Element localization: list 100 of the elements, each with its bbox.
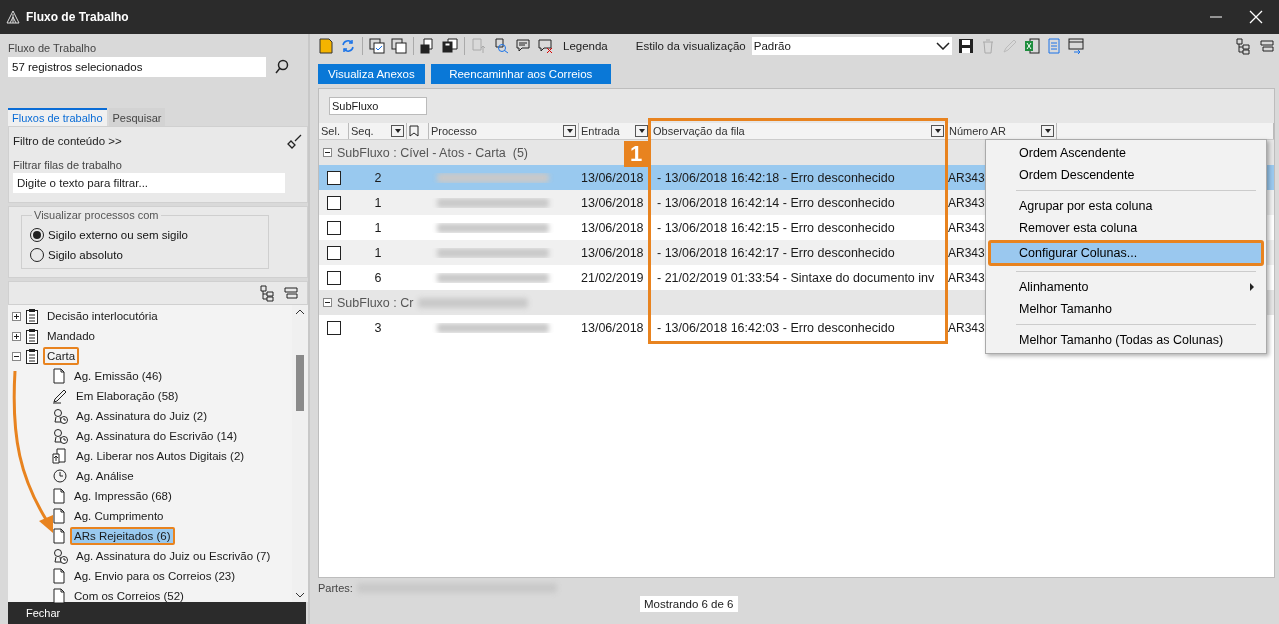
field-label: Filtrar filas de trabalho [13,159,123,171]
save-icon[interactable] [957,38,974,54]
close-icon[interactable] [1249,10,1263,24]
document-icon [52,508,66,524]
checklist-icon[interactable] [369,38,385,54]
table-cell: 6 [374,270,382,285]
checkbox[interactable] [327,270,341,285]
collapse-toggle[interactable] [323,298,332,307]
content-filter-link[interactable]: Filtro de conteúdo >> [13,135,122,147]
window-export-icon[interactable] [1067,38,1084,54]
table-cell: AR343 [948,220,985,235]
checkbox[interactable] [327,320,341,335]
comment-delete-icon[interactable] [537,38,553,54]
table-cell: 21/02/2019 [581,270,644,285]
tree-item[interactable]: Com os Correios (52) [70,587,188,605]
tree-item[interactable]: Carta [43,347,80,365]
table-cell: - 13/06/2018 16:42:18 - Erro desconhecido [657,170,895,185]
table-cell: 2 [374,170,382,185]
field-label: Fluxo de Trabalho [8,42,98,54]
broom-icon[interactable] [287,133,303,149]
tree-expand-icon[interactable] [1235,37,1253,55]
column-header[interactable]: Seq. [349,123,407,139]
table-cell: AR343 [948,195,985,210]
checkbox[interactable] [327,195,341,210]
tab[interactable]: Fluxos de trabalho [8,108,107,126]
tab[interactable]: Pesquisar [108,108,166,126]
tree-item[interactable]: Ag. Análise [72,467,138,485]
legend-button[interactable]: Legenda [563,40,608,52]
group-title: SubFluxo : Cível - Atos - Carta (5) [337,145,529,160]
table-cell: 1 [374,195,382,210]
bookmark-icon [409,125,419,137]
collapse-toggle[interactable] [12,351,21,361]
tree-expand-icon[interactable] [259,284,277,302]
table-cell: 13/06/2018 [581,170,644,185]
radio-option[interactable]: Sigilo absoluto [30,248,260,262]
tree-collapse-icon[interactable] [1259,38,1275,54]
tree-item[interactable]: Ag. Assinatura do Juiz (2) [72,407,212,425]
table-cell: 1 [374,245,382,260]
tree-item[interactable]: Ag. Emissão (46) [70,367,167,385]
scroll-down-icon[interactable] [295,592,305,598]
chevron-down-icon[interactable] [935,42,950,50]
group-title: SubFluxo : Cr [337,295,414,310]
action-button[interactable]: Visualiza Anexos [318,64,425,84]
table-cell: - 21/02/2019 01:33:54 - Sintaxe do documento inv [657,270,935,285]
view-style-label: Estilo da visualização [635,40,746,52]
tree-item[interactable]: Ag. Assinatura do Escrivão (14) [72,427,242,445]
tree-collapse-icon[interactable] [283,285,299,301]
tree-item[interactable]: Em Elaboração (58) [72,387,183,405]
checkbox[interactable] [327,220,341,235]
expand-toggle[interactable] [12,331,21,341]
search-field[interactable]: 57 registros selecionados [8,57,266,77]
scroll-up-icon[interactable] [295,309,305,315]
action-button[interactable]: Reencaminhar aos Correios [430,64,611,84]
tree-item[interactable]: Ag. Cumprimento [70,507,168,525]
menu-item[interactable]: Ordem Descendente [988,164,1264,186]
callout-badge: 1 [624,141,648,167]
filter-field[interactable]: Digite o texto para filtrar... [13,173,285,193]
column-header[interactable]: Entrada [579,123,651,139]
tree-item[interactable]: Ag. Envio para os Correios (23) [70,567,240,585]
search-document-icon[interactable] [493,38,509,54]
document-icon [52,488,66,504]
copy-icon[interactable] [391,38,407,54]
tree-item[interactable]: Mandado [43,327,99,345]
search-icon[interactable] [274,59,290,75]
menu-item[interactable]: Ordem Ascendente [988,142,1264,164]
tree-item[interactable]: ARs Rejeitados (6) [70,527,175,545]
column-header[interactable]: Processo [429,123,579,139]
checkbox[interactable] [327,170,341,185]
document-upload-icon [52,448,68,464]
clipboard-icon [25,348,39,364]
tree-item[interactable]: Ag. Liberar nos Autos Digitais (2) [72,447,249,465]
table-cell: 13/06/2018 [581,320,644,335]
folder-icon[interactable] [318,38,334,54]
view-style-select[interactable]: Padrão [751,37,952,55]
bookmark-header[interactable] [407,123,429,139]
column-header[interactable]: Sel. [319,123,349,139]
scrollbar-thumb[interactable] [296,355,304,411]
table-cell: 3 [374,320,382,335]
parts-label: Partes: [318,582,353,594]
menu-item[interactable]: Remover esta coluna [988,217,1264,239]
column-header[interactable]: Observação da fila [651,123,947,139]
tree-item[interactable]: Ag. Impressão (68) [70,487,176,505]
tree-item[interactable]: Ag. Assinatura do Juiz ou Escrivão (7) [72,547,275,565]
close-button[interactable]: Fechar [8,602,306,624]
table-cell: 13/06/2018 [581,220,644,235]
document-icon [52,368,66,384]
table-cell: AR343 [948,320,985,335]
spreadsheet-icon[interactable] [1023,38,1040,54]
table-cell: - 13/06/2018 16:42:17 - Erro desconhecido [657,245,895,260]
refresh-icon[interactable] [340,38,356,54]
group-by-chip[interactable]: SubFluxo [329,97,427,115]
tree-item[interactable]: Decisão interlocutória [43,307,162,325]
collapse-toggle[interactable] [323,148,332,157]
radio-option[interactable]: Sigilo externo ou sem sigilo [30,228,260,242]
checkbox[interactable] [327,245,341,260]
table-cell: - 13/06/2018 16:42:15 - Erro desconhecido [657,220,895,235]
menu-item[interactable]: Agrupar por esta coluna [988,195,1264,217]
menu-item[interactable]: Configurar Colunas... [988,240,1264,266]
comment-icon[interactable] [515,38,531,54]
expand-toggle[interactable] [12,311,21,321]
